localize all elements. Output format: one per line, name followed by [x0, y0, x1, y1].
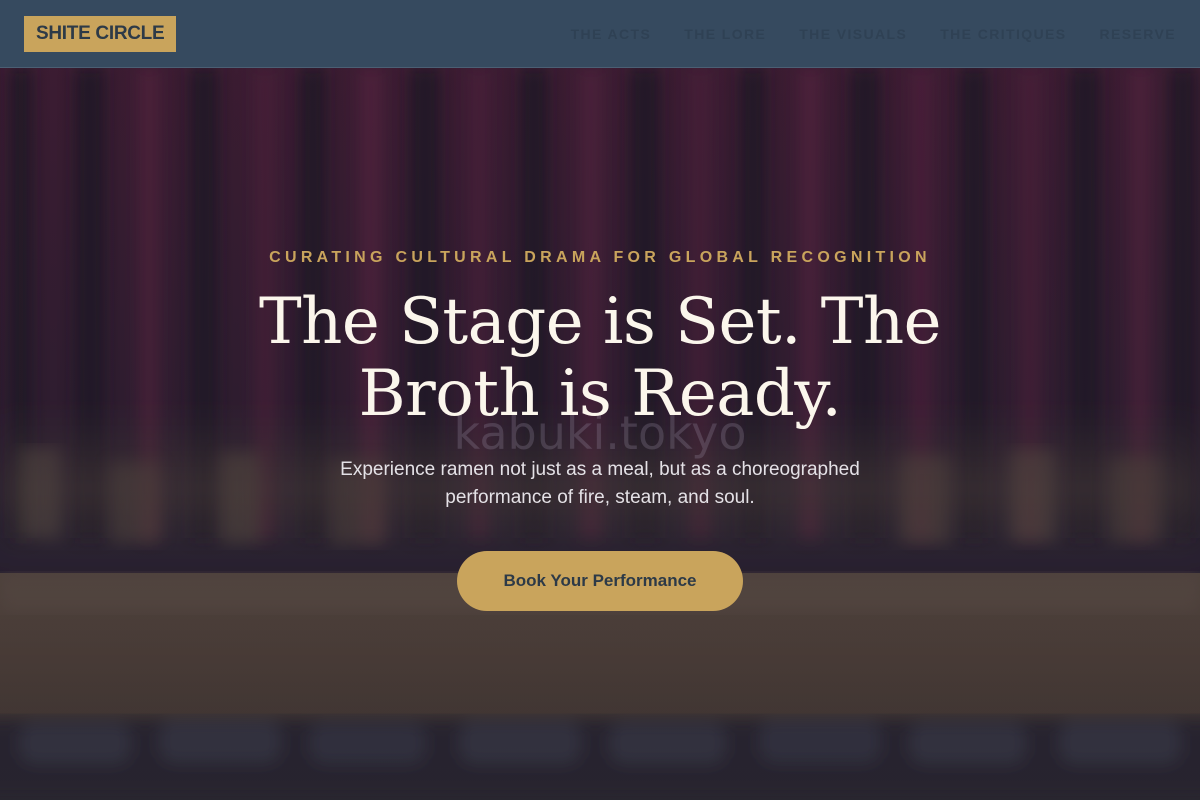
landing-page: SHITE CIRCLE THE ACTS THE LORE THE VISUA…: [0, 0, 1200, 800]
nav-link-reserve[interactable]: RESERVE: [1100, 26, 1176, 42]
nav-link-the-critiques[interactable]: THE CRITIQUES: [940, 26, 1066, 42]
main-nav: THE ACTS THE LORE THE VISUALS THE CRITIQ…: [571, 0, 1176, 68]
nav-link-the-lore[interactable]: THE LORE: [684, 26, 766, 42]
nav-link-the-visuals[interactable]: THE VISUALS: [799, 26, 907, 42]
nav-link-the-acts[interactable]: THE ACTS: [571, 26, 652, 42]
hero-eyebrow: CURATING CULTURAL DRAMA FOR GLOBAL RECOG…: [269, 249, 931, 266]
book-performance-button[interactable]: Book Your Performance: [457, 551, 743, 611]
hero-subtitle: Experience ramen not just as a meal, but…: [340, 459, 860, 508]
hero-section: CURATING CULTURAL DRAMA FOR GLOBAL RECOG…: [0, 68, 1200, 800]
site-logo[interactable]: SHITE CIRCLE: [24, 16, 177, 52]
hero-headline: The Stage is Set. The Broth is Ready.: [258, 285, 942, 431]
top-navbar: SHITE CIRCLE THE ACTS THE LORE THE VISUA…: [0, 0, 1200, 68]
